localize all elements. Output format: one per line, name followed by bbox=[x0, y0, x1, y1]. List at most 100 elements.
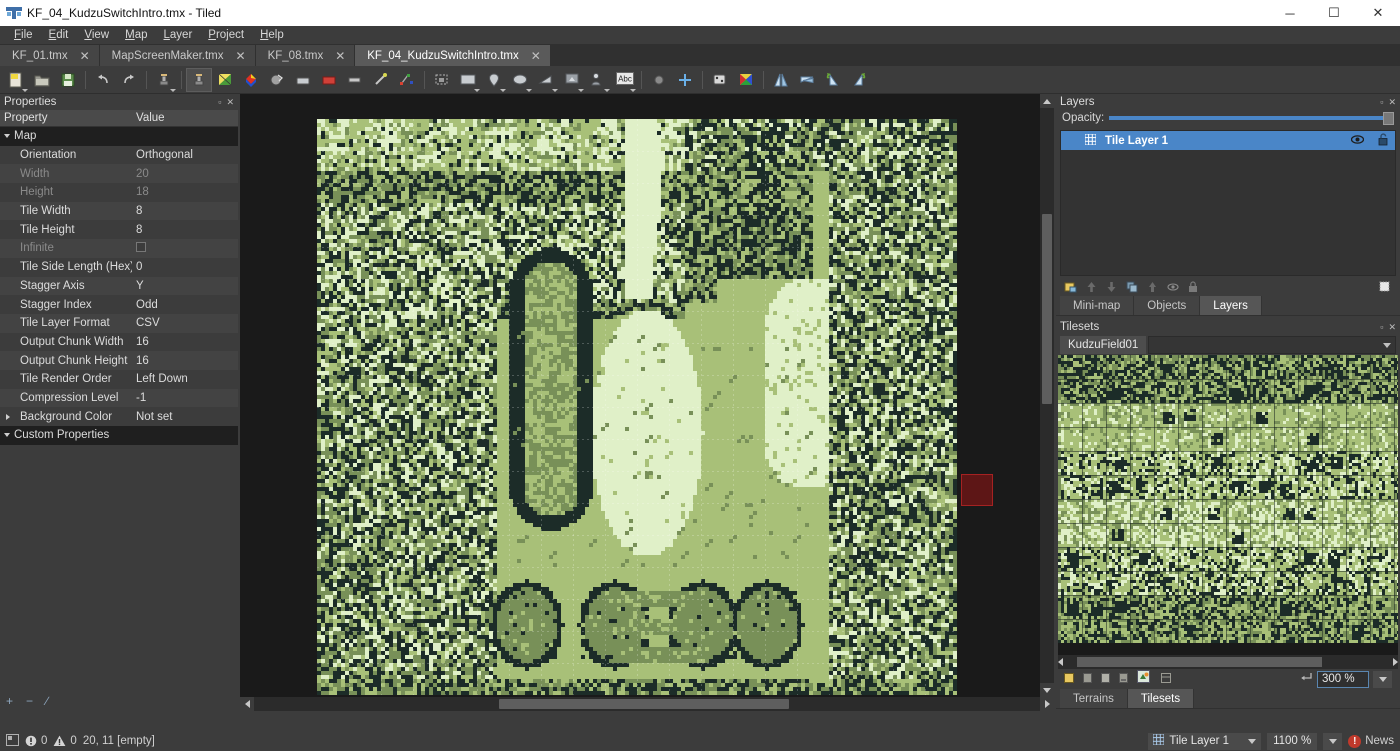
properties-close-button[interactable]: ✕ bbox=[226, 97, 234, 108]
property-row[interactable]: Compression Level-1 bbox=[0, 389, 238, 408]
lower-layer-button[interactable] bbox=[1106, 281, 1117, 296]
tileset-view[interactable] bbox=[1058, 355, 1398, 655]
chevron-down-icon[interactable] bbox=[1248, 739, 1256, 744]
undo-button[interactable] bbox=[90, 68, 116, 92]
menu-edit[interactable]: Edit bbox=[41, 28, 77, 42]
wang-fill-button[interactable] bbox=[733, 68, 759, 92]
remove-layer-button[interactable] bbox=[1147, 281, 1158, 296]
chevron-down-icon[interactable] bbox=[604, 89, 610, 92]
tab-terrains[interactable]: Terrains bbox=[1060, 689, 1128, 708]
menu-view[interactable]: View bbox=[76, 28, 117, 42]
chevron-down-icon[interactable] bbox=[4, 433, 10, 437]
close-icon[interactable]: ✕ bbox=[236, 50, 246, 62]
vertical-scroll-thumb[interactable] bbox=[1042, 214, 1052, 404]
chevron-down-icon[interactable] bbox=[474, 89, 480, 92]
close-icon[interactable]: ✕ bbox=[80, 50, 90, 62]
news-button[interactable]: ! News bbox=[1348, 735, 1394, 748]
new-layer-button[interactable] bbox=[1064, 280, 1077, 296]
lock-others-button[interactable] bbox=[1188, 281, 1198, 296]
insert-tile-button[interactable] bbox=[559, 68, 585, 92]
tileset-horizontal-scrollbar[interactable] bbox=[1058, 655, 1398, 669]
select-same-tile-button[interactable] bbox=[368, 68, 394, 92]
shape-fill-button[interactable] bbox=[264, 68, 290, 92]
tab-tilesets[interactable]: Tilesets bbox=[1128, 689, 1194, 708]
insert-ellipse-button[interactable] bbox=[507, 68, 533, 92]
tileset-dropdown[interactable] bbox=[1148, 336, 1396, 354]
chevron-down-icon[interactable] bbox=[578, 89, 584, 92]
menu-map[interactable]: Map bbox=[117, 28, 155, 42]
document-tab[interactable]: MapScreenMaker.tmx✕ bbox=[100, 45, 256, 66]
document-tab[interactable]: KF_08.tmx✕ bbox=[256, 45, 356, 66]
map-horizontal-scrollbar[interactable] bbox=[240, 697, 1054, 711]
raise-layer-button[interactable] bbox=[1086, 281, 1097, 296]
insert-rectangle-button[interactable] bbox=[455, 68, 481, 92]
map-canvas[interactable] bbox=[317, 119, 957, 695]
import-tileset-button[interactable] bbox=[1119, 673, 1128, 686]
chevron-down-icon[interactable] bbox=[630, 89, 636, 92]
stamp-brush-recent-button[interactable] bbox=[151, 68, 177, 92]
duplicate-layer-button[interactable] bbox=[1126, 281, 1138, 296]
layer-list-item-tile-layer-1[interactable]: Tile Layer 1 bbox=[1061, 131, 1395, 150]
tilesets-close-button[interactable]: ✕ bbox=[1388, 322, 1396, 333]
tilesets-float-button[interactable]: ▫ bbox=[1380, 322, 1383, 333]
chevron-down-icon[interactable] bbox=[170, 89, 176, 92]
property-row[interactable]: Tile Width8 bbox=[0, 202, 238, 221]
document-tab[interactable]: KF_01.tmx✕ bbox=[0, 45, 100, 66]
maximize-button[interactable]: ☐ bbox=[1312, 0, 1356, 26]
map-canvas-area[interactable] bbox=[240, 94, 1040, 697]
object-properties-button[interactable] bbox=[646, 68, 672, 92]
select-objects-button[interactable] bbox=[429, 68, 455, 92]
tab-objects[interactable]: Objects bbox=[1134, 296, 1200, 315]
chevron-down-icon[interactable] bbox=[22, 89, 28, 92]
tileset-scroll-thumb[interactable] bbox=[1077, 657, 1322, 667]
property-row[interactable]: Tile Height8 bbox=[0, 220, 238, 239]
terrain-brush-button[interactable] bbox=[212, 68, 238, 92]
horizontal-scroll-thumb[interactable] bbox=[499, 699, 789, 709]
custom-properties-group[interactable]: Custom Properties bbox=[0, 426, 238, 445]
properties-float-button[interactable]: ▫ bbox=[218, 97, 221, 108]
chevron-down-icon[interactable] bbox=[526, 89, 532, 92]
menu-layer[interactable]: Layer bbox=[156, 28, 201, 42]
property-row[interactable]: Tile Side Length (Hex)0 bbox=[0, 258, 238, 277]
layers-float-button[interactable]: ▫ bbox=[1380, 97, 1383, 108]
property-row[interactable]: Background ColorNot set bbox=[0, 407, 238, 426]
edit-property-button[interactable]: ∕ bbox=[46, 694, 48, 708]
status-zoom-dropdown[interactable] bbox=[1323, 733, 1342, 750]
scroll-up-button[interactable] bbox=[1040, 94, 1054, 108]
map-vertical-scrollbar[interactable] bbox=[1040, 94, 1054, 697]
insert-text-button[interactable]: Abc bbox=[611, 68, 637, 92]
embed-tileset-button[interactable] bbox=[1137, 670, 1152, 688]
minimize-button[interactable]: ─ bbox=[1268, 0, 1312, 26]
rotate-left-button[interactable] bbox=[820, 68, 846, 92]
tab-mini-map[interactable]: Mini-map bbox=[1060, 296, 1134, 315]
flip-horizontal-button[interactable] bbox=[768, 68, 794, 92]
edit-polygons-button[interactable] bbox=[394, 68, 420, 92]
document-tab[interactable]: KF_04_KudzuSwitchIntro.tmx✕ bbox=[355, 45, 551, 66]
insert-polygon-button[interactable] bbox=[533, 68, 559, 92]
property-row[interactable]: Tile Layer FormatCSV bbox=[0, 314, 238, 333]
chevron-down-icon[interactable] bbox=[552, 89, 558, 92]
property-row[interactable]: Stagger AxisY bbox=[0, 277, 238, 296]
opacity-slider[interactable] bbox=[1109, 111, 1394, 125]
close-icon[interactable]: ✕ bbox=[531, 50, 541, 62]
infinite-checkbox[interactable] bbox=[136, 242, 146, 252]
open-file-button[interactable] bbox=[29, 68, 55, 92]
tab-layers[interactable]: Layers bbox=[1200, 296, 1262, 315]
scroll-left-button[interactable] bbox=[240, 697, 254, 711]
property-row[interactable]: Width20 bbox=[0, 164, 238, 183]
tileset-properties-button[interactable] bbox=[1161, 673, 1171, 686]
property-row[interactable]: Output Chunk Height16 bbox=[0, 351, 238, 370]
tile-selection-rectangle[interactable] bbox=[961, 474, 993, 506]
eye-icon[interactable] bbox=[1351, 135, 1364, 147]
save-button[interactable] bbox=[55, 68, 81, 92]
remove-property-button[interactable]: − bbox=[26, 694, 33, 708]
property-row[interactable]: Infinite bbox=[0, 239, 238, 258]
chevron-down-icon[interactable] bbox=[500, 89, 506, 92]
warning-indicator[interactable]: 0 bbox=[53, 735, 76, 747]
reset-zoom-icon[interactable] bbox=[1299, 672, 1313, 686]
insert-template-button[interactable] bbox=[585, 68, 611, 92]
flip-vertical-button[interactable] bbox=[794, 68, 820, 92]
bucket-fill-button[interactable] bbox=[238, 68, 264, 92]
property-row[interactable]: Output Chunk Width16 bbox=[0, 333, 238, 352]
add-property-button[interactable]: + bbox=[6, 694, 13, 708]
